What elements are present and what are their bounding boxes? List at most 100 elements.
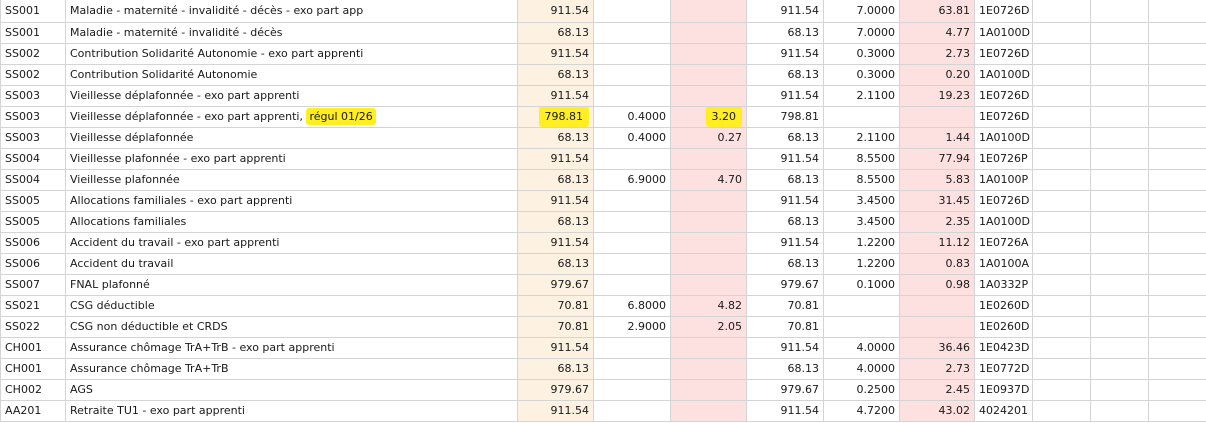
cell-pat-taux[interactable]: 3.4500 — [823, 210, 900, 233]
cell-empty[interactable] — [1090, 315, 1149, 338]
cell-empty[interactable] — [1148, 147, 1206, 170]
cell-pat-montant[interactable]: 2.73 — [899, 42, 975, 65]
cell-base[interactable]: 68.13 — [517, 357, 594, 380]
cell-code[interactable]: SS001 — [0, 21, 66, 44]
cell-pat-taux[interactable]: 0.3000 — [823, 42, 900, 65]
cell-empty[interactable] — [1032, 336, 1091, 359]
cell-label[interactable]: Allocations familiales - exo part appren… — [65, 189, 518, 212]
cell-base2[interactable]: 68.13 — [746, 357, 824, 380]
cell-base2[interactable]: 68.13 — [746, 168, 824, 191]
cell-empty[interactable] — [1090, 63, 1149, 86]
cell-empty[interactable] — [1032, 357, 1091, 380]
cell-empty[interactable] — [1148, 273, 1206, 296]
cell-sal-montant[interactable] — [670, 21, 747, 44]
cell-sal-montant[interactable]: 4.82 — [670, 294, 747, 317]
cell-sal-taux[interactable] — [593, 399, 671, 422]
cell-base[interactable]: 979.67 — [517, 378, 594, 401]
cell-pat-montant[interactable]: 2.73 — [899, 357, 975, 380]
cell-empty[interactable] — [1090, 210, 1149, 233]
cell-label[interactable]: AGS — [65, 378, 518, 401]
cell-sal-montant[interactable]: 0.27 — [670, 126, 747, 149]
cell-empty[interactable] — [1032, 126, 1091, 149]
cell-empty[interactable] — [1148, 0, 1206, 23]
cell-pat-montant[interactable]: 36.46 — [899, 336, 975, 359]
cell-ref[interactable]: 1E0726D — [974, 0, 1033, 23]
cell-base[interactable]: 911.54 — [517, 189, 594, 212]
cell-base2[interactable]: 911.54 — [746, 0, 824, 23]
cell-empty[interactable] — [1032, 378, 1091, 401]
cell-pat-montant[interactable]: 2.45 — [899, 378, 975, 401]
cell-base2[interactable]: 911.54 — [746, 399, 824, 422]
cell-empty[interactable] — [1090, 84, 1149, 107]
cell-code[interactable]: SS003 — [0, 105, 66, 128]
cell-ref[interactable]: 1E0726D — [974, 42, 1033, 65]
cell-empty[interactable] — [1148, 210, 1206, 233]
cell-sal-montant[interactable] — [670, 252, 747, 275]
cell-sal-taux[interactable]: 0.4000 — [593, 126, 671, 149]
cell-pat-montant[interactable]: 31.45 — [899, 189, 975, 212]
cell-pat-taux[interactable]: 3.4500 — [823, 189, 900, 212]
cell-empty[interactable] — [1148, 294, 1206, 317]
cell-sal-taux[interactable]: 2.9000 — [593, 315, 671, 338]
cell-sal-taux[interactable] — [593, 147, 671, 170]
cell-code[interactable]: SS002 — [0, 42, 66, 65]
cell-empty[interactable] — [1032, 168, 1091, 191]
cell-ref[interactable]: 1A0100D — [974, 21, 1033, 44]
cell-pat-taux[interactable]: 2.1100 — [823, 84, 900, 107]
cell-ref[interactable]: 1E0726P — [974, 147, 1033, 170]
cell-base2[interactable]: 70.81 — [746, 294, 824, 317]
cell-pat-taux[interactable] — [823, 315, 900, 338]
cell-code[interactable]: CH001 — [0, 357, 66, 380]
cell-pat-montant[interactable]: 43.02 — [899, 399, 975, 422]
cell-sal-montant[interactable] — [670, 231, 747, 254]
cell-empty[interactable] — [1148, 336, 1206, 359]
cell-sal-montant[interactable] — [670, 84, 747, 107]
cell-ref[interactable]: 4024201 — [974, 399, 1033, 422]
cell-empty[interactable] — [1090, 147, 1149, 170]
cell-label[interactable]: Contribution Solidarité Autonomie — [65, 63, 518, 86]
cell-empty[interactable] — [1032, 294, 1091, 317]
cell-sal-montant[interactable] — [670, 399, 747, 422]
cell-pat-montant[interactable]: 19.23 — [899, 84, 975, 107]
cell-label[interactable]: CSG non déductible et CRDS — [65, 315, 518, 338]
cell-empty[interactable] — [1090, 399, 1149, 422]
cell-empty[interactable] — [1148, 63, 1206, 86]
cell-base[interactable]: 911.54 — [517, 231, 594, 254]
cell-ref[interactable]: 1E0726D — [974, 105, 1033, 128]
cell-sal-montant[interactable]: 2.05 — [670, 315, 747, 338]
cell-sal-taux[interactable] — [593, 210, 671, 233]
cell-code[interactable]: SS005 — [0, 189, 66, 212]
cell-pat-taux[interactable]: 4.0000 — [823, 357, 900, 380]
cell-sal-taux[interactable]: 6.8000 — [593, 294, 671, 317]
cell-pat-taux[interactable]: 0.3000 — [823, 63, 900, 86]
cell-label[interactable]: Vieillesse plafonnée — [65, 168, 518, 191]
cell-ref[interactable]: 1A0100D — [974, 210, 1033, 233]
cell-sal-montant[interactable] — [670, 42, 747, 65]
cell-ref[interactable]: 1E0260D — [974, 294, 1033, 317]
cell-pat-taux[interactable]: 0.2500 — [823, 378, 900, 401]
cell-code[interactable]: SS004 — [0, 147, 66, 170]
cell-sal-taux[interactable]: 6.9000 — [593, 168, 671, 191]
cell-pat-montant[interactable] — [899, 294, 975, 317]
cell-empty[interactable] — [1090, 357, 1149, 380]
cell-base2[interactable]: 911.54 — [746, 42, 824, 65]
cell-base[interactable]: 68.13 — [517, 126, 594, 149]
cell-base2[interactable]: 68.13 — [746, 210, 824, 233]
cell-ref[interactable]: 1A0332P — [974, 273, 1033, 296]
cell-sal-montant[interactable] — [670, 189, 747, 212]
cell-sal-montant[interactable] — [670, 273, 747, 296]
cell-code[interactable]: CH002 — [0, 378, 66, 401]
cell-pat-montant[interactable]: 4.77 — [899, 21, 975, 44]
cell-pat-montant[interactable]: 0.98 — [899, 273, 975, 296]
cell-ref[interactable]: 1E0423D — [974, 336, 1033, 359]
cell-empty[interactable] — [1032, 189, 1091, 212]
cell-empty[interactable] — [1032, 252, 1091, 275]
cell-label[interactable]: Vieillesse déplafonnée — [65, 126, 518, 149]
cell-empty[interactable] — [1032, 21, 1091, 44]
cell-ref[interactable]: 1E0260D — [974, 315, 1033, 338]
cell-code[interactable]: SS021 — [0, 294, 66, 317]
cell-code[interactable]: SS003 — [0, 84, 66, 107]
cell-empty[interactable] — [1032, 210, 1091, 233]
cell-label[interactable]: Assurance chômage TrA+TrB — [65, 357, 518, 380]
cell-label[interactable]: Allocations familiales — [65, 210, 518, 233]
